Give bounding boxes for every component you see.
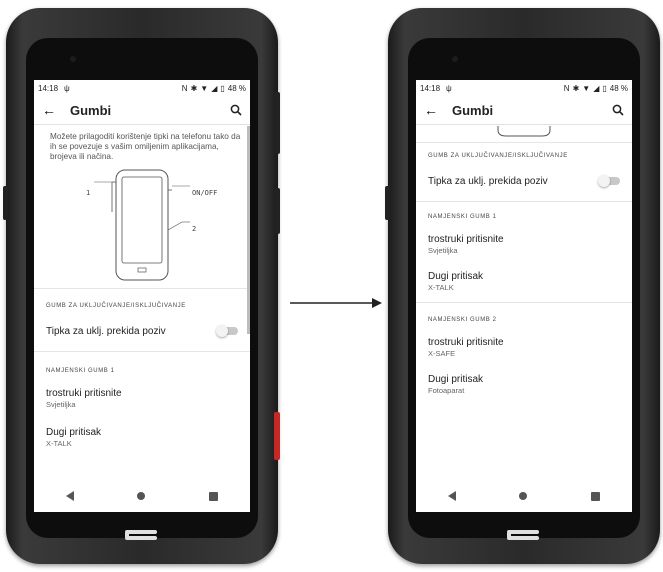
nav-back-icon[interactable] <box>447 491 456 501</box>
nfc-icon: N <box>563 83 570 93</box>
section-button-2: NAMJENSKI GUMB 2 <box>428 317 497 323</box>
battery-icon: ▯ <box>220 83 225 93</box>
bluetooth-icon: ✱ <box>190 83 198 93</box>
screen: 14:18 ψ N ✱ ▼ ◢ ▯ 48 % ← Gumbi GUMB ZA U… <box>416 80 632 512</box>
phone-diagram-partial <box>497 126 551 137</box>
screen: 14:18 ψ N ✱ ▼ ◢ ▯ 48 % ← Gumbi Možete pr… <box>34 80 250 512</box>
call-end-toggle[interactable] <box>216 325 238 337</box>
description-text: Možete prilagoditi korištenje tipki na t… <box>50 132 241 161</box>
toggle-label: Tipka za uklj. prekida poziv <box>428 175 548 187</box>
section-button-1: NAMJENSKI GUMB 1 <box>428 214 497 220</box>
scrollbar[interactable] <box>247 126 250 334</box>
item-subtitle: Svjetiljka <box>46 400 76 409</box>
side-button-left <box>3 186 8 220</box>
back-arrow-icon[interactable]: ← <box>42 102 64 118</box>
back-arrow-icon[interactable]: ← <box>424 102 446 118</box>
list-item-long-press[interactable]: Dugi pritisak X-TALK <box>416 271 632 302</box>
usb-icon: ψ <box>64 83 70 93</box>
brand-logo <box>507 530 539 540</box>
list-item-triple-press[interactable]: trostruki pritisnite X-SAFE <box>416 337 632 374</box>
nav-recents-icon[interactable] <box>591 491 601 501</box>
signal-icon: ◢ <box>593 83 600 93</box>
side-button-right <box>274 188 280 234</box>
toggle-row[interactable]: Tipka za uklj. prekida poziv <box>34 321 250 341</box>
battery-level: 48 % <box>609 83 628 93</box>
item-title: Dugi pritisak <box>428 271 484 282</box>
page-title: Gumbi <box>452 102 494 118</box>
battery-icon: ▯ <box>602 83 607 93</box>
item-subtitle: X-TALK <box>46 439 72 448</box>
toggle-row[interactable]: Tipka za uklj. prekida poziv <box>416 171 632 191</box>
phone-left: 14:18 ψ N ✱ ▼ ◢ ▯ 48 % ← Gumbi Možete pr… <box>3 8 280 564</box>
page-title: Gumbi <box>70 102 112 118</box>
usb-icon: ψ <box>446 83 452 93</box>
item-subtitle: X-SAFE <box>428 349 456 358</box>
brand-logo <box>125 530 157 540</box>
nav-back-icon[interactable] <box>65 491 74 501</box>
item-title: Dugi pritisak <box>46 427 102 438</box>
phone-right: 14:18 ψ N ✱ ▼ ◢ ▯ 48 % ← Gumbi GUMB ZA U… <box>385 8 660 564</box>
nav-home-icon[interactable] <box>519 492 528 500</box>
item-title: trostruki pritisnite <box>428 337 504 348</box>
toggle-label: Tipka za uklj. prekida poziv <box>46 325 166 337</box>
side-button-left <box>385 186 390 220</box>
navigation-bar <box>34 480 250 512</box>
item-subtitle: X-TALK <box>428 283 454 292</box>
diagram-label-2: 2 <box>192 225 197 233</box>
nav-home-icon[interactable] <box>137 492 146 500</box>
item-title: trostruki pritisnite <box>46 388 122 399</box>
diagram-label-onoff: ON/OFF <box>192 189 218 197</box>
status-bar: 14:18 ψ N ✱ ▼ ◢ ▯ 48 % <box>416 80 632 96</box>
app-bar: ← Gumbi <box>416 96 632 125</box>
nfc-icon: N <box>181 83 188 93</box>
section-power-button: GUMB ZA UKLJUČIVANJE/ISKLJUČIVANJE <box>428 153 568 159</box>
search-icon[interactable] <box>612 104 624 116</box>
section-power-button: GUMB ZA UKLJUČIVANJE/ISKLJUČIVANJE <box>46 303 186 309</box>
front-camera <box>452 56 458 62</box>
volume-button <box>274 92 280 154</box>
app-bar: ← Gumbi <box>34 96 250 125</box>
list-item-triple-press[interactable]: trostruki pritisnite Svjetiljka <box>34 388 250 427</box>
item-title: Dugi pritisak <box>428 374 484 385</box>
wifi-icon: ▼ <box>200 83 209 93</box>
clock: 14:18 <box>38 83 59 93</box>
navigation-bar <box>416 480 632 512</box>
list-item-long-press[interactable]: Dugi pritisak X-TALK <box>34 427 250 448</box>
list-item-triple-press[interactable]: trostruki pritisnite Svjetiljka <box>416 234 632 271</box>
phone-diagram <box>94 169 190 281</box>
transition-arrow <box>290 298 382 308</box>
bluetooth-icon: ✱ <box>572 83 580 93</box>
wifi-icon: ▼ <box>582 83 591 93</box>
clock: 14:18 <box>420 83 441 93</box>
section-button-1: NAMJENSKI GUMB 1 <box>46 368 115 374</box>
content[interactable]: Možete prilagoditi korištenje tipki na t… <box>34 126 250 480</box>
battery-level: 48 % <box>227 83 246 93</box>
item-title: trostruki pritisnite <box>428 234 504 245</box>
search-icon[interactable] <box>230 104 242 116</box>
signal-icon: ◢ <box>211 83 218 93</box>
call-end-toggle[interactable] <box>598 175 620 187</box>
red-button <box>274 412 280 460</box>
content[interactable]: GUMB ZA UKLJUČIVANJE/ISKLJUČIVANJE Tipka… <box>416 126 632 480</box>
item-subtitle: Fotoaparat <box>428 386 465 395</box>
status-bar: 14:18 ψ N ✱ ▼ ◢ ▯ 48 % <box>34 80 250 96</box>
front-camera <box>70 56 76 62</box>
diagram-label-1: 1 <box>86 189 91 197</box>
item-subtitle: Svjetiljka <box>428 246 458 255</box>
list-item-long-press[interactable]: Dugi pritisak Fotoaparat <box>416 374 632 395</box>
nav-recents-icon[interactable] <box>209 491 219 501</box>
